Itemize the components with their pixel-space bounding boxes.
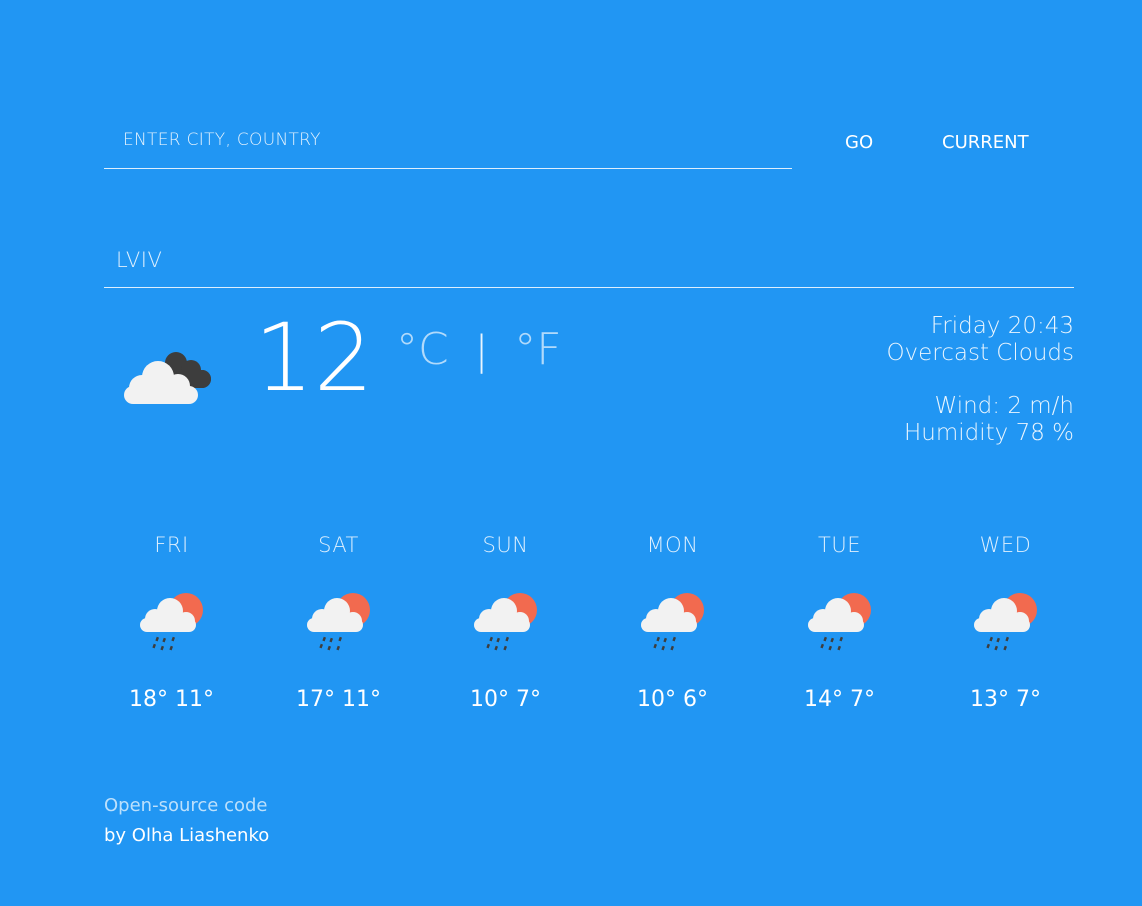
humidity: Humidity 78 % [903,420,1074,446]
unit-separator: | [474,328,489,374]
fahrenheit-toggle[interactable]: °F [514,324,561,375]
forecast-temps: 18° 11° [129,687,214,712]
day-time: Friday 20:43 [930,313,1074,339]
city-name: LVIV [116,248,163,272]
forecast-day: MON 10° 6° [589,533,756,712]
forecast-day: WED 13° 7° [922,533,1089,712]
forecast-day-name: SUN [482,533,529,557]
city-heading: LVIV [104,240,1074,288]
current-temperature: 12 [254,304,374,413]
rain-sun-icon [973,593,1037,651]
rain-sun-icon [640,593,704,651]
forecast-day: FRI 18° 11° [88,533,255,712]
forecast-list: FRI 18° 11° SAT 17° 11° SUN 10° 7° MON 1… [88,533,1088,733]
forecast-day-name: TUE [818,533,861,557]
forecast-day-name: FRI [154,533,189,557]
weather-description: Overcast Clouds [886,340,1074,366]
forecast-day-name: WED [979,533,1032,557]
forecast-temps: 13° 7° [970,687,1041,712]
rain-sun-icon [139,593,203,651]
rain-sun-icon [807,593,871,651]
forecast-day-name: MON [646,533,699,557]
cloud-overcast-icon [124,352,211,404]
forecast-day: SUN 10° 7° [422,533,589,712]
open-source-link[interactable]: Open-source code [104,791,269,821]
rain-sun-icon [306,593,370,651]
wind-speed: Wind: 2 m/h [934,393,1074,419]
forecast-temps: 14° 7° [804,687,875,712]
footer: Open-source code by Olha Liashenko [104,791,269,851]
unit-toggle: °C | °F [396,328,562,372]
author-credit: by Olha Liashenko [104,825,270,846]
weather-details: Friday 20:43 Overcast Clouds Wind: 2 m/h… [886,313,1074,447]
forecast-day-name: SAT [318,533,359,557]
celsius-toggle[interactable]: °C [396,324,449,375]
rain-sun-icon [473,593,537,651]
forecast-temps: 10° 7° [470,687,541,712]
search-bar: GO CURRENT [104,112,1064,170]
current-location-button[interactable]: CURRENT [934,128,1037,157]
forecast-day: TUE 14° 7° [756,533,923,712]
city-search-input[interactable] [104,112,792,169]
go-button[interactable]: GO [837,128,881,157]
forecast-temps: 17° 11° [296,687,381,712]
forecast-temps: 10° 6° [637,687,708,712]
forecast-day: SAT 17° 11° [255,533,422,712]
